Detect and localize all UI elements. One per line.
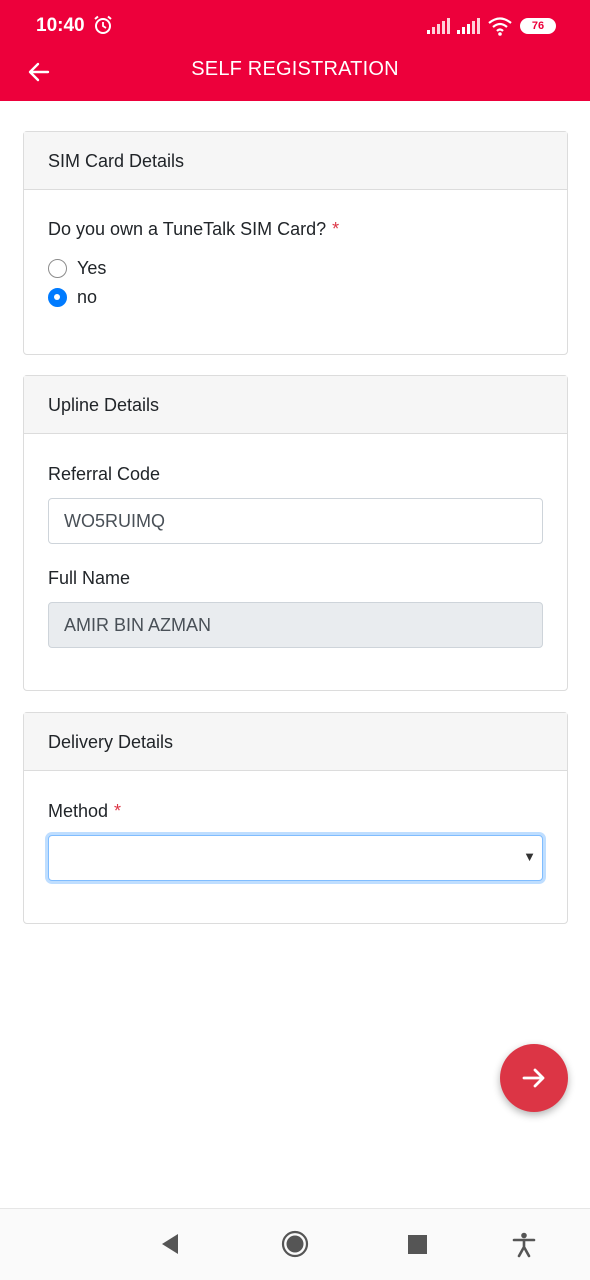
radio-option-yes[interactable]: Yes	[48, 257, 106, 279]
page-title: SELF REGISTRATION	[191, 58, 399, 80]
required-mark: *	[332, 219, 340, 239]
next-button[interactable]	[500, 1044, 568, 1112]
radio-button-yes[interactable]	[48, 258, 67, 278]
full-name-label: Full Name	[48, 568, 131, 588]
chevron-down-icon: ▼	[523, 849, 536, 864]
upline-details-card: Upline Details Referral Code WO5RUIMQ Fu…	[23, 375, 568, 691]
signal-icon	[457, 18, 480, 34]
arrow-right-icon	[522, 1068, 545, 1088]
sim-question-text: Do you own a TuneTalk SIM Card?	[48, 219, 327, 239]
sim-question-label: Do you own a TuneTalk SIM Card? *	[48, 219, 339, 240]
system-navigation-bar	[0, 1208, 590, 1280]
accessibility-icon[interactable]	[512, 1232, 536, 1258]
referral-code-input[interactable]: WO5RUIMQ	[48, 498, 543, 544]
battery-indicator: 76	[520, 18, 556, 34]
radio-label-yes: Yes	[77, 257, 107, 278]
referral-code-label: Referral Code	[48, 464, 161, 484]
status-bar: 10:40 76	[0, 0, 590, 52]
alarm-clock-icon	[94, 15, 112, 34]
nav-home-icon[interactable]	[281, 1230, 309, 1258]
section-title: Upline Details	[24, 376, 567, 434]
section-title: Delivery Details	[24, 713, 567, 771]
radio-option-no[interactable]: no	[48, 286, 97, 308]
nav-recents-icon[interactable]	[408, 1235, 427, 1254]
wifi-icon	[488, 17, 512, 36]
sim-card-details-card: SIM Card Details Do you own a TuneTalk S…	[23, 131, 568, 355]
delivery-details-card: Delivery Details Method * ▼	[23, 712, 568, 924]
status-time: 10:40	[36, 15, 85, 36]
signal-icon	[427, 18, 450, 34]
radio-label-no: no	[77, 286, 98, 307]
required-mark: *	[114, 801, 122, 821]
method-select[interactable]: ▼	[48, 835, 543, 881]
method-label-text: Method	[48, 801, 109, 821]
full-name-field: AMIR BIN AZMAN	[48, 602, 543, 648]
nav-back-icon[interactable]	[160, 1233, 180, 1255]
section-title: SIM Card Details	[24, 132, 567, 190]
radio-button-no[interactable]	[48, 287, 67, 307]
method-label: Method *	[48, 801, 121, 822]
app-bar: 10:40 76 SELF REGISTRATION	[0, 0, 590, 101]
